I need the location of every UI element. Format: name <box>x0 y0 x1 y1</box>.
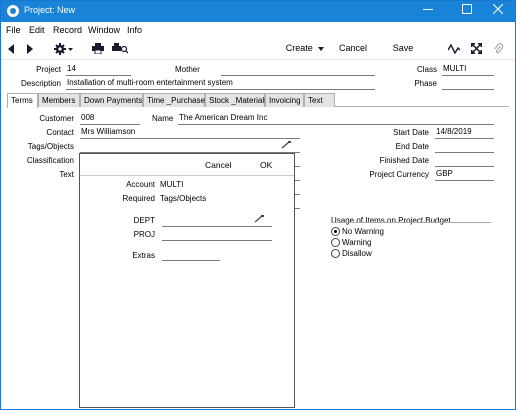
mother-label: Mother <box>175 65 200 74</box>
contact-field[interactable]: Mrs Williamson <box>80 127 300 139</box>
description-field[interactable]: Installation of multi-room entertainment… <box>66 78 375 90</box>
customer-field[interactable]: 008 <box>80 113 140 125</box>
start-date-field[interactable]: 14/8/2019 <box>435 127 494 139</box>
window-title: Project: New <box>24 5 76 15</box>
proj-field[interactable] <box>162 229 272 241</box>
print-icon[interactable] <box>91 38 105 60</box>
phase-label: Phase <box>414 79 437 88</box>
dept-paste-special-icon[interactable] <box>254 215 264 225</box>
minimize-icon[interactable] <box>411 1 445 22</box>
title-bar: Project: New <box>1 1 515 22</box>
tab-terms[interactable]: Terms <box>7 93 38 108</box>
project-window: Project: New File Edit Record Window Inf… <box>0 0 516 410</box>
usage-no-warning-radio[interactable] <box>331 227 340 236</box>
finished-date-field[interactable] <box>435 155 494 167</box>
end-date-label: End Date <box>395 142 429 151</box>
menu-bar: File Edit Record Window Info <box>1 22 515 38</box>
print-preview-icon[interactable] <box>111 38 129 60</box>
popup-cancel-button[interactable]: Cancel <box>205 160 231 170</box>
classification-label: Classification <box>26 156 74 165</box>
create-label: Create <box>285 43 313 53</box>
tab-invoicing[interactable]: Invoicing <box>265 93 304 107</box>
tab-time-purchases[interactable]: Time _Purchases <box>143 93 209 107</box>
required-value: Tags/Objects <box>160 194 207 203</box>
phase-field[interactable] <box>442 78 494 90</box>
finished-date-label: Finished Date <box>379 156 429 165</box>
cancel-button[interactable]: Cancel <box>335 38 371 60</box>
project-field[interactable]: 14 <box>66 64 131 76</box>
usage-disallow-label: Disallow <box>342 249 372 258</box>
project-currency-field[interactable]: GBP <box>435 169 494 181</box>
create-button[interactable]: Create <box>284 38 326 60</box>
contact-label: Contact <box>46 128 74 137</box>
usage-warning-radio[interactable] <box>331 238 340 247</box>
menu-info[interactable]: Info <box>127 25 142 35</box>
extras-field[interactable] <box>162 249 220 261</box>
next-record-icon[interactable] <box>25 38 35 60</box>
tags-objects-field[interactable] <box>80 141 300 153</box>
activity-icon[interactable] <box>447 38 461 60</box>
menu-file[interactable]: File <box>6 25 21 35</box>
account-label: Account <box>126 180 155 189</box>
settings-gear-icon[interactable] <box>53 38 75 60</box>
tab-text[interactable]: Text <box>304 93 335 107</box>
name-field[interactable]: The American Dream Inc <box>178 113 494 125</box>
dept-label: DEPT <box>133 216 155 225</box>
toolbar: Create Cancel Save <box>1 38 515 60</box>
extras-label: Extras <box>132 251 155 260</box>
popup-ok-button[interactable]: OK <box>260 160 272 170</box>
class-label: Class <box>416 65 437 74</box>
project-currency-label: Project Currency <box>369 170 429 179</box>
objects-popup: Cancel OK Account MULTI Required Tags/Ob… <box>79 153 295 408</box>
menu-record[interactable]: Record <box>53 25 82 35</box>
name-label: Name <box>152 114 174 123</box>
tab-stock-materials[interactable]: Stock _Materials <box>205 93 268 107</box>
maximize-icon[interactable] <box>450 1 484 22</box>
usage-underline <box>331 211 491 223</box>
usage-warning-label: Warning <box>342 238 372 247</box>
usage-no-warning-label: No Warning <box>342 227 384 236</box>
previous-record-icon[interactable] <box>6 38 16 60</box>
menu-edit[interactable]: Edit <box>29 25 45 35</box>
tab-members[interactable]: Members <box>38 93 80 107</box>
mother-field[interactable] <box>221 64 375 76</box>
account-value: MULTI <box>160 180 184 189</box>
text-label: Text <box>59 170 74 179</box>
paste-special-icon[interactable] <box>281 141 291 151</box>
customer-label: Customer <box>39 114 74 123</box>
description-label: Description <box>20 79 61 88</box>
required-label: Required <box>122 194 155 203</box>
menu-window[interactable]: Window <box>88 25 120 35</box>
save-button[interactable]: Save <box>388 38 418 60</box>
tab-down-payments[interactable]: Down Payments <box>80 93 143 107</box>
paperclip-icon[interactable] <box>491 38 505 60</box>
app-icon <box>7 5 19 17</box>
class-field[interactable]: MULTI <box>442 64 494 76</box>
popup-header: Cancel OK <box>80 154 294 176</box>
start-date-label: Start Date <box>392 128 429 137</box>
project-label: Project <box>36 65 61 74</box>
tags-objects-label: Tags/Objects <box>27 142 74 151</box>
close-icon[interactable] <box>481 1 515 22</box>
usage-disallow-radio[interactable] <box>331 249 340 258</box>
end-date-field[interactable] <box>435 141 494 153</box>
expand-icon[interactable] <box>469 38 483 60</box>
proj-label: PROJ <box>133 230 155 239</box>
